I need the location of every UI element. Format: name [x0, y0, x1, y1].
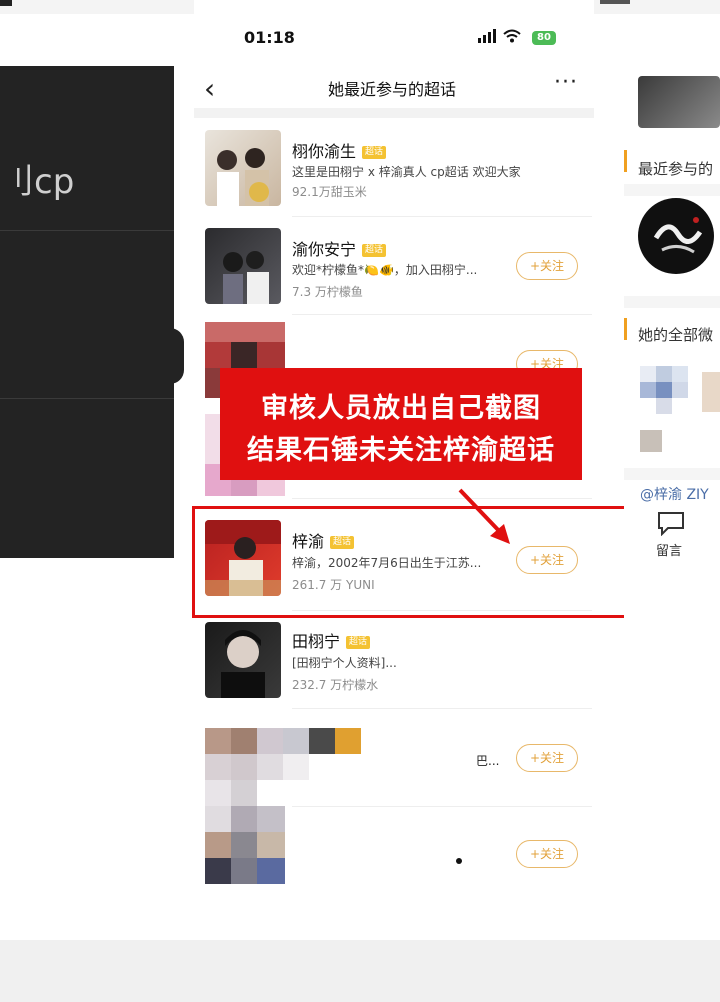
panel-notch — [170, 328, 184, 384]
left-panel-text: 刂cp — [0, 162, 75, 202]
follow-button[interactable]: +关注 — [516, 744, 578, 772]
follow-button[interactable]: +关注 — [516, 252, 578, 280]
avatar — [205, 130, 281, 206]
chaohua-tag: 超话 — [346, 636, 371, 649]
list-item[interactable]: +关注 — [194, 806, 594, 904]
item-desc: [田栩宁个人资料]... — [292, 656, 397, 670]
banner-line-2: 结果石锤未关注梓渝超话 — [247, 435, 555, 466]
item-desc: 这里是田栩宁 x 梓渝真人 cp超话 欢迎大家 — [292, 165, 521, 179]
item-title: 田栩宁 — [292, 632, 341, 651]
nav-separator — [194, 108, 594, 118]
follow-button[interactable]: +关注 — [516, 840, 578, 868]
right-profile-panel: 最近参与的 她的全部微 @梓渝 ZIY 留言 — [624, 66, 720, 966]
battery-icon: 80 — [532, 31, 556, 45]
signal-wifi-icon — [478, 28, 526, 48]
avatar — [205, 622, 281, 698]
annotation-banner: 审核人员放出自己截图 结果石锤未关注梓渝超话 — [220, 368, 582, 480]
list-item[interactable]: 巴... +关注 — [194, 710, 594, 808]
mention-link[interactable]: @梓渝 ZIY — [640, 484, 709, 504]
banner-line-1: 审核人员放出自己截图 — [261, 393, 541, 424]
dot-mark — [456, 858, 462, 864]
pixelated-avatar — [205, 728, 365, 808]
chaohua-tag: 超话 — [362, 244, 387, 257]
profile-photo — [638, 76, 720, 128]
pixelated-avatar — [205, 806, 285, 886]
status-time: 01:18 — [244, 28, 295, 47]
list-item[interactable]: 栩你渝生 超话 这里是田栩宁 x 梓渝真人 cp超话 欢迎大家 92.1万甜玉米 — [194, 118, 594, 216]
item-title: 渝你安宁 — [292, 240, 357, 259]
list-item[interactable]: 渝你安宁 超话 欢迎*柠檬鱼*🍋🐠，加入田栩宁... 7.3 万柠檬鱼 +关注 — [194, 216, 594, 314]
calligraphy-avatar — [638, 198, 714, 274]
item-count: 7.3 万柠檬鱼 — [292, 285, 363, 299]
chaohua-tag: 超话 — [362, 146, 387, 159]
left-background-panel: 刂cp — [0, 66, 184, 558]
item-count: 232.7 万柠檬水 — [292, 678, 379, 692]
recent-label: 最近参与的 — [638, 160, 714, 178]
item-title: 栩你渝生 — [292, 142, 357, 161]
comment-label[interactable]: 留言 — [656, 540, 682, 559]
avatar — [205, 228, 281, 304]
back-icon[interactable]: ‹ — [204, 72, 215, 105]
more-icon[interactable]: ··· — [554, 70, 578, 95]
item-desc: 欢迎*柠檬鱼*🍋🐠，加入田栩宁... — [292, 263, 478, 277]
list-item[interactable]: 田栩宁 超话 [田栩宁个人资料]... 232.7 万柠檬水 — [194, 612, 594, 710]
bottom-area — [0, 940, 720, 1002]
highlight-box — [192, 506, 636, 618]
page-title: 她最近参与的超话 — [327, 80, 456, 99]
all-weibo-label: 她的全部微 — [638, 326, 714, 344]
comment-icon[interactable] — [656, 510, 686, 540]
item-count: 92.1万甜玉米 — [292, 185, 367, 199]
item-desc: 巴... — [476, 754, 500, 768]
pixelated-avatar — [640, 366, 688, 414]
